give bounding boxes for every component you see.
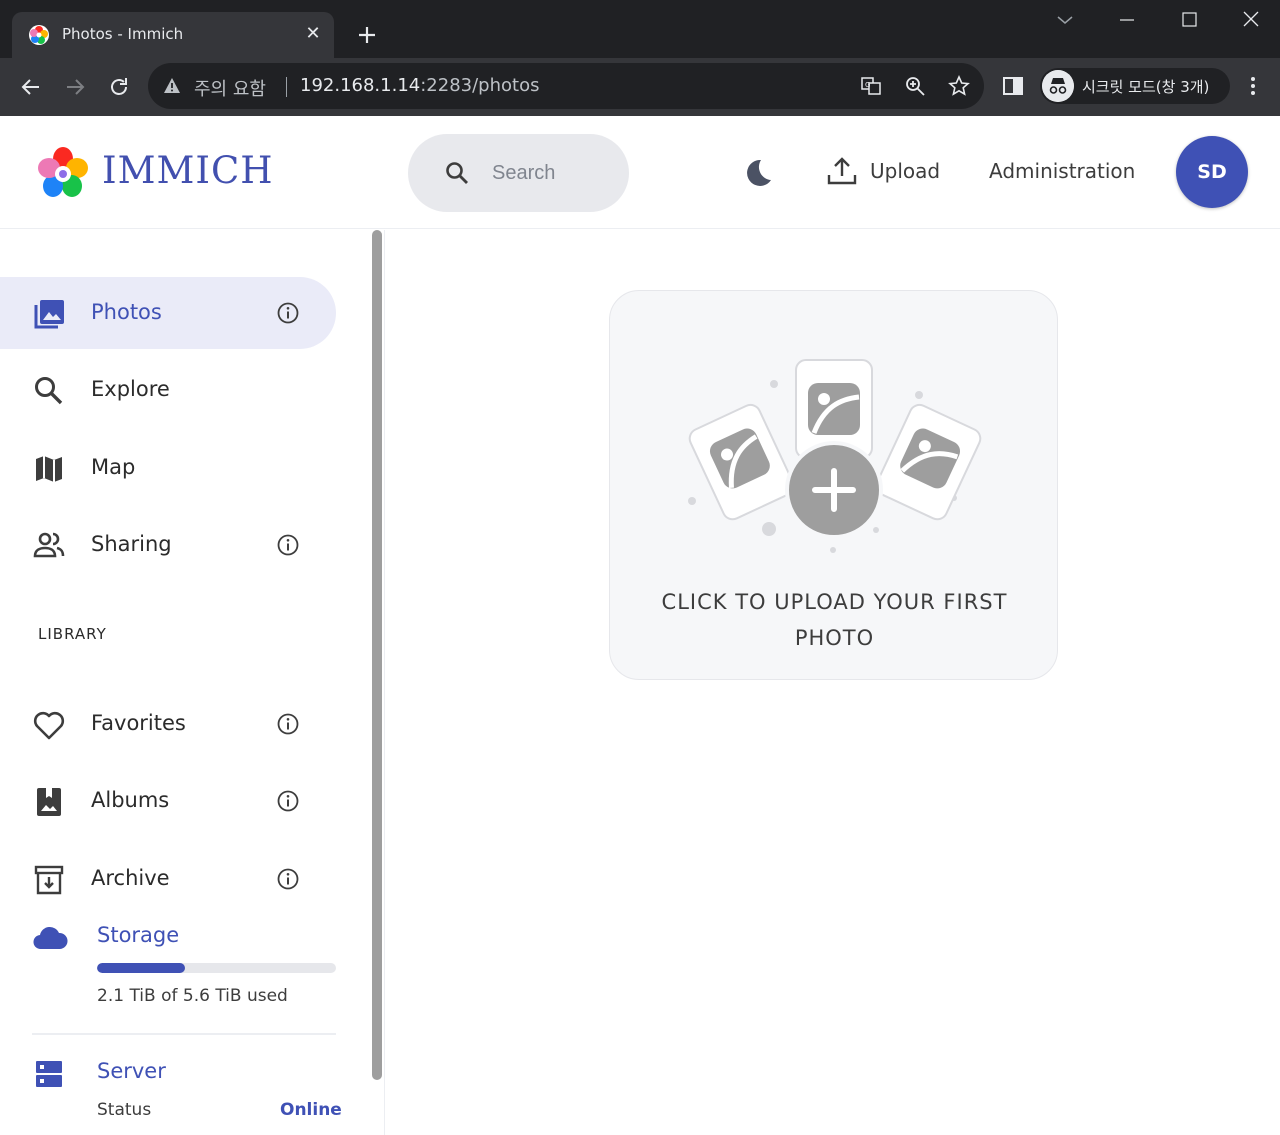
tab-title: Photos - Immich <box>62 25 184 43</box>
people-icon <box>33 532 65 558</box>
info-icon[interactable] <box>276 533 300 557</box>
server-title: Server <box>97 1059 166 1083</box>
warning-icon[interactable] <box>163 77 181 95</box>
zoom-icon[interactable] <box>904 75 926 97</box>
cloud-icon <box>33 926 68 950</box>
url-host: 192.168.1.14 <box>300 75 421 96</box>
tab-search-icon[interactable] <box>1050 8 1080 32</box>
browser-chrome: Photos - Immich ✕ 주의 요함 192.168.1.14:228… <box>0 0 1280 116</box>
info-icon[interactable] <box>276 789 300 813</box>
administration-link[interactable]: Administration <box>989 159 1135 183</box>
storage-progress-bar <box>97 963 336 973</box>
upload-first-photo-card[interactable]: CLICK TO UPLOAD YOUR FIRST PHOTO <box>609 290 1058 680</box>
close-window-button[interactable] <box>1236 8 1266 32</box>
map-icon <box>36 456 62 482</box>
security-label[interactable]: 주의 요함 <box>194 75 266 101</box>
library-section-title: LIBRARY <box>38 625 107 643</box>
sidebar-item-sharing[interactable]: Sharing <box>0 509 336 581</box>
maximize-button[interactable] <box>1174 8 1204 32</box>
sidebar-item-label: Favorites <box>91 711 186 735</box>
logo-text[interactable]: IMMICH <box>102 149 274 192</box>
url-text[interactable]: 192.168.1.14:2283/photos <box>300 75 539 96</box>
sidebar-item-label: Map <box>91 455 136 479</box>
storage-title: Storage <box>97 923 180 947</box>
sidebar-item-label: Photos <box>91 300 162 324</box>
minimize-button[interactable] <box>1112 8 1142 32</box>
sidebar-item-label: Sharing <box>91 532 172 556</box>
sidebar: Photos Explore Map Sharing LIBRARY Favor… <box>0 230 385 1135</box>
app-header: IMMICH Upload Administration SD <box>0 116 1280 229</box>
search-icon <box>35 377 63 405</box>
sidebar-item-photos[interactable]: Photos <box>0 277 336 349</box>
bookmark-star-icon[interactable] <box>948 75 970 97</box>
back-arrow-icon[interactable] <box>18 74 44 100</box>
sidebar-item-albums[interactable]: Albums <box>0 765 336 837</box>
browser-tab[interactable]: Photos - Immich ✕ <box>12 12 334 58</box>
album-icon <box>37 788 61 816</box>
immich-logo-icon[interactable] <box>36 146 90 200</box>
immich-favicon-icon <box>29 25 49 45</box>
search-input[interactable] <box>492 158 616 188</box>
sidebar-item-label: Albums <box>91 788 170 812</box>
empty-photos-illustration-icon <box>688 359 982 553</box>
upload-label: Upload <box>870 159 941 183</box>
address-separator <box>286 77 287 97</box>
incognito-profile-button[interactable]: 시크릿 모드(창 3개) <box>1040 68 1230 104</box>
photos-icon <box>34 300 64 329</box>
server-status-label: Status <box>97 1100 152 1120</box>
info-icon[interactable] <box>276 867 300 891</box>
incognito-icon <box>1042 70 1074 102</box>
search-bar[interactable] <box>408 134 629 212</box>
address-bar[interactable]: 주의 요함 192.168.1.14:2283/photos G <box>148 63 984 109</box>
upload-icon <box>827 157 857 185</box>
sidebar-item-explore[interactable]: Explore <box>0 354 336 426</box>
reload-icon[interactable] <box>106 74 132 100</box>
sidebar-item-map[interactable]: Map <box>0 432 336 504</box>
incognito-label: 시크릿 모드(창 3개) <box>1082 78 1210 96</box>
translate-icon[interactable]: G <box>860 75 882 97</box>
tab-close-button[interactable]: ✕ <box>302 23 324 45</box>
forward-arrow-icon[interactable] <box>62 74 88 100</box>
sidebar-item-favorites[interactable]: Favorites <box>0 688 336 760</box>
sidebar-item-label: Archive <box>91 866 170 890</box>
archive-icon <box>34 865 64 895</box>
upload-prompt-text[interactable]: CLICK TO UPLOAD YOUR FIRST PHOTO <box>610 584 1059 656</box>
url-path: :2283/photos <box>420 75 540 96</box>
new-tab-button[interactable] <box>354 22 380 48</box>
sidebar-divider <box>32 1033 336 1035</box>
storage-usage-text: 2.1 TiB of 5.6 TiB used <box>97 986 288 1006</box>
moon-icon[interactable] <box>738 154 776 192</box>
svg-text:G: G <box>865 81 870 89</box>
info-icon[interactable] <box>276 301 300 325</box>
sidebar-scrollbar[interactable] <box>372 230 382 1080</box>
sidebar-item-label: Explore <box>91 377 170 401</box>
heart-icon <box>33 711 65 740</box>
search-icon <box>446 162 468 184</box>
info-icon[interactable] <box>276 712 300 736</box>
server-status-value: Online <box>280 1100 342 1120</box>
side-panel-icon[interactable] <box>1001 74 1025 98</box>
sidebar-item-archive[interactable]: Archive <box>0 843 336 915</box>
server-icon <box>36 1061 62 1087</box>
user-avatar[interactable]: SD <box>1176 136 1248 208</box>
storage-progress-fill <box>97 963 186 973</box>
more-options-icon[interactable] <box>1241 74 1265 98</box>
browser-toolbar: 주의 요함 192.168.1.14:2283/photos G 시크릿 모드(… <box>0 58 1280 116</box>
